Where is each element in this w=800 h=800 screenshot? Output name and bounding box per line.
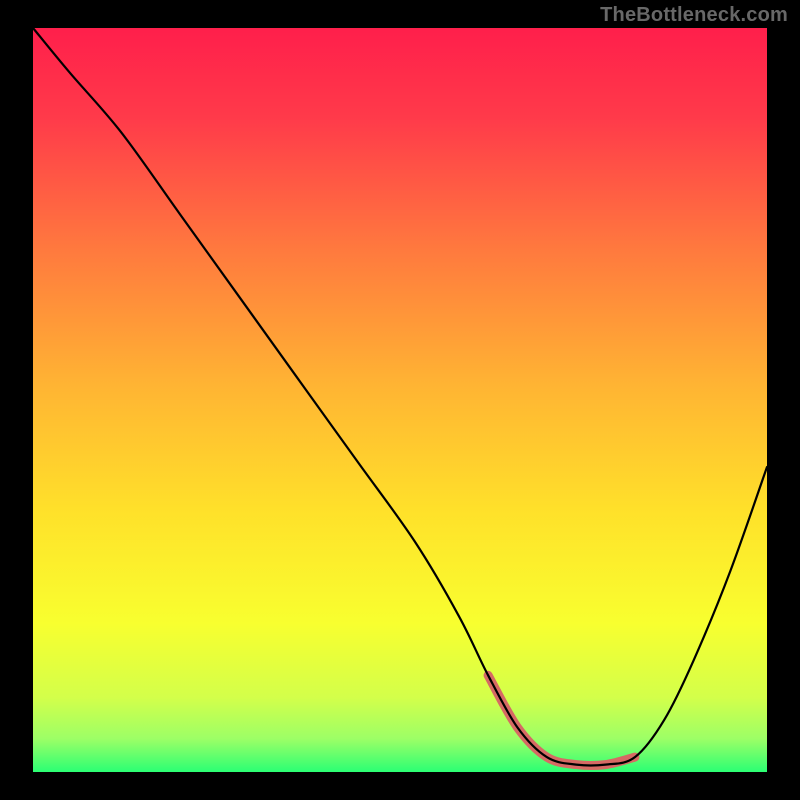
chart-svg xyxy=(0,0,800,800)
chart-stage: TheBottleneck.com xyxy=(0,0,800,800)
watermark-text: TheBottleneck.com xyxy=(600,4,788,27)
plot-area xyxy=(33,28,767,772)
